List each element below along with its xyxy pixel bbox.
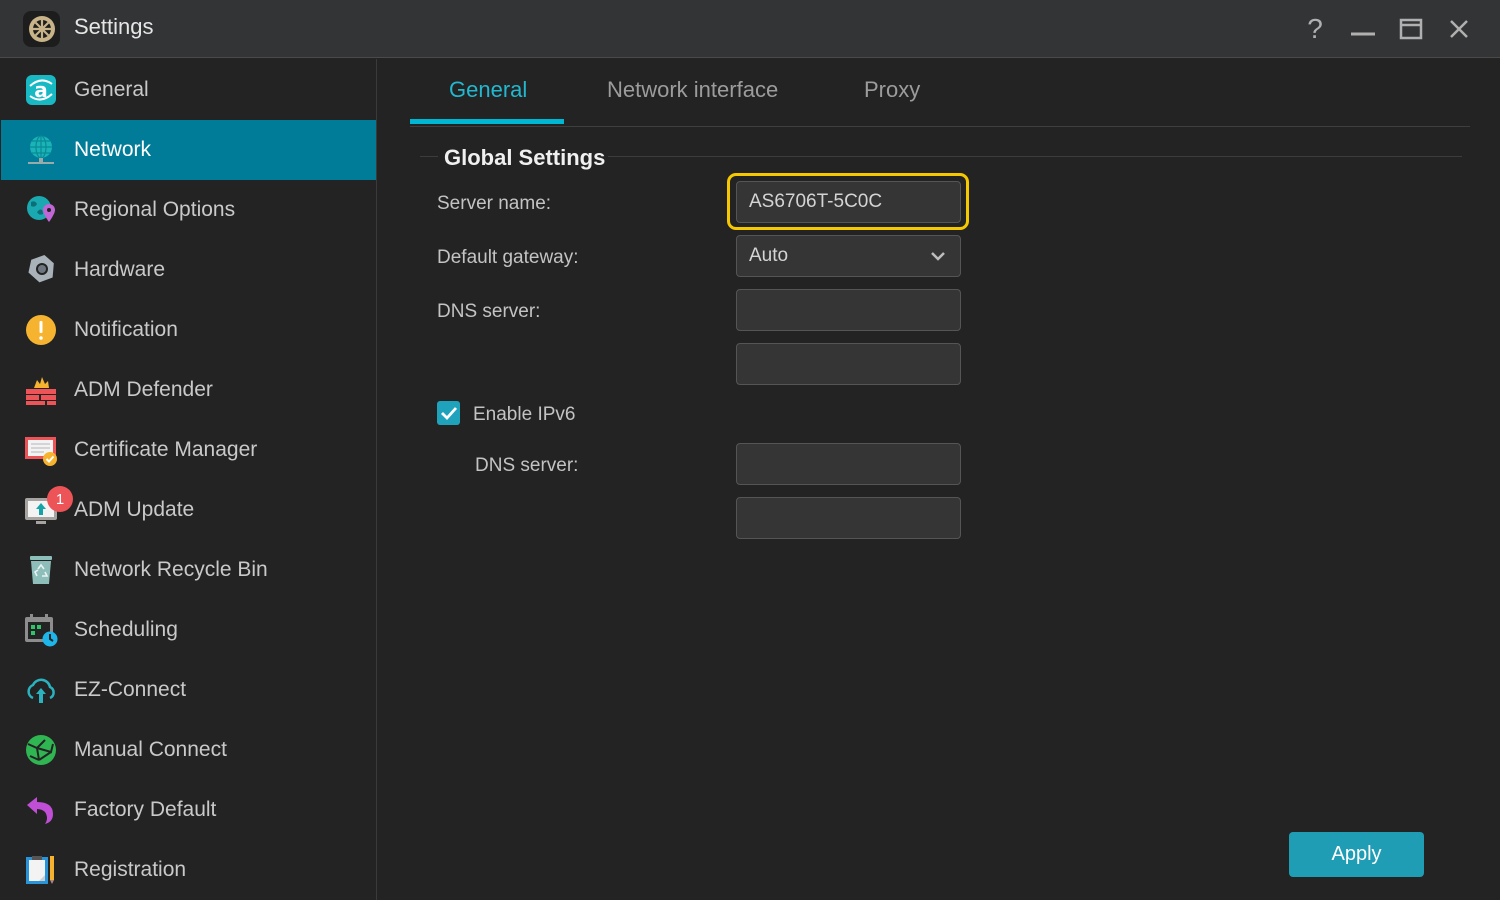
- sidebar-item-label: Network: [74, 138, 152, 161]
- maximize-button[interactable]: [1396, 14, 1426, 44]
- title-bar: Settings ?: [0, 0, 1500, 58]
- firewall-icon: [24, 373, 58, 407]
- dns-server-label: DNS server:: [437, 301, 541, 322]
- minimize-icon: [1351, 32, 1375, 36]
- adm-general-icon: a: [24, 73, 58, 107]
- sidebar-item-label: Certificate Manager: [74, 438, 258, 461]
- sidebar-item-label: Notification: [74, 318, 178, 341]
- sidebar-item-adm-update[interactable]: 1 ADM Update: [1, 480, 376, 540]
- sidebar-item-network[interactable]: Network: [1, 120, 376, 180]
- default-gateway-select[interactable]: Auto: [736, 235, 961, 277]
- maximize-icon: [1399, 18, 1423, 40]
- tab-network-interface[interactable]: Network interface: [607, 77, 778, 103]
- sidebar-item-label: Hardware: [74, 258, 166, 281]
- network-ball-icon: [24, 733, 58, 767]
- sidebar-item-label: Factory Default: [74, 798, 217, 821]
- cloud-upload-icon: [24, 673, 58, 707]
- sidebar-item-manual-connect[interactable]: Manual Connect: [1, 720, 376, 780]
- hex-nut-icon: [24, 253, 58, 287]
- apply-button[interactable]: Apply: [1289, 832, 1424, 877]
- sidebar-item-hardware[interactable]: Hardware: [1, 240, 376, 300]
- sidebar-item-adm-defender[interactable]: ADM Defender: [1, 360, 376, 420]
- sidebar-item-factory-default[interactable]: Factory Default: [1, 780, 376, 840]
- sidebar-item-regional-options[interactable]: Regional Options: [1, 180, 376, 240]
- checkmark-icon: [440, 407, 457, 421]
- sidebar-item-notification[interactable]: Notification: [1, 300, 376, 360]
- sidebar-item-general[interactable]: a General: [1, 60, 376, 120]
- sidebar-item-label: Regional Options: [74, 198, 236, 221]
- certificate-check-icon: [24, 433, 58, 467]
- clipboard-pencil-icon: [24, 853, 58, 887]
- minimize-button[interactable]: [1348, 14, 1378, 44]
- sidebar-item-network-recycle-bin[interactable]: Network Recycle Bin: [1, 540, 376, 600]
- sidebar-item-label: ADM Update: [74, 498, 195, 521]
- sidebar-item-scheduling[interactable]: Scheduling: [1, 600, 376, 660]
- recycle-bin-icon: [24, 553, 58, 587]
- sidebar-item-label: Scheduling: [74, 618, 178, 641]
- chevron-down-icon: [931, 252, 945, 261]
- alert-circle-icon: [24, 313, 58, 347]
- tab-bar: General Network interface Proxy: [410, 59, 1470, 127]
- ipv6-dns-server-label: DNS server:: [475, 455, 579, 476]
- window-title: Settings: [74, 14, 154, 39]
- sidebar-item-label: Network Recycle Bin: [74, 558, 268, 581]
- group-border-left: [420, 156, 438, 157]
- sidebar-item-certificate-manager[interactable]: Certificate Manager: [1, 420, 376, 480]
- global-settings-heading: Global Settings: [444, 145, 606, 170]
- dns-server-secondary-input[interactable]: [736, 343, 961, 385]
- sidebar-item-label: Registration: [74, 858, 187, 881]
- ipv6-dns-secondary-input[interactable]: [736, 497, 961, 539]
- default-gateway-label: Default gateway:: [437, 247, 579, 268]
- sidebar: a General Network Regional Options Hardw…: [0, 59, 377, 900]
- undo-arrow-icon: [24, 793, 58, 827]
- sidebar-item-label: General: [74, 78, 149, 101]
- sidebar-item-label: ADM Defender: [74, 378, 213, 401]
- enable-ipv6-checkbox[interactable]: [437, 401, 460, 425]
- server-name-value: AS6706T-5C0C: [749, 191, 883, 212]
- dns-server-primary-input[interactable]: [736, 289, 961, 331]
- sidebar-item-label: Manual Connect: [74, 738, 227, 761]
- default-gateway-value: Auto: [749, 245, 789, 266]
- server-name-label: Server name:: [437, 193, 552, 214]
- sidebar-item-registration[interactable]: Registration: [1, 840, 376, 900]
- help-icon: ?: [1307, 13, 1323, 44]
- sidebar-item-ez-connect[interactable]: EZ-Connect: [1, 660, 376, 720]
- ipv6-dns-primary-input[interactable]: [736, 443, 961, 485]
- update-count-badge: 1: [47, 486, 73, 512]
- help-button[interactable]: ?: [1300, 13, 1330, 44]
- tab-general[interactable]: General: [449, 77, 527, 103]
- main-content: General Network interface Proxy Global S…: [378, 59, 1500, 900]
- server-name-input[interactable]: AS6706T-5C0C: [736, 181, 961, 223]
- group-border-right: [608, 156, 1462, 157]
- close-button[interactable]: [1444, 14, 1474, 44]
- calendar-clock-icon: [24, 613, 58, 647]
- active-tab-indicator: [410, 119, 564, 124]
- globe-pin-icon: [24, 193, 58, 227]
- close-icon: [1450, 20, 1468, 38]
- sidebar-item-label: EZ-Connect: [74, 678, 187, 701]
- enable-ipv6-label[interactable]: Enable IPv6: [473, 404, 575, 426]
- settings-app-icon: [23, 11, 60, 47]
- tab-proxy[interactable]: Proxy: [864, 77, 920, 103]
- globe-network-icon: [24, 133, 58, 167]
